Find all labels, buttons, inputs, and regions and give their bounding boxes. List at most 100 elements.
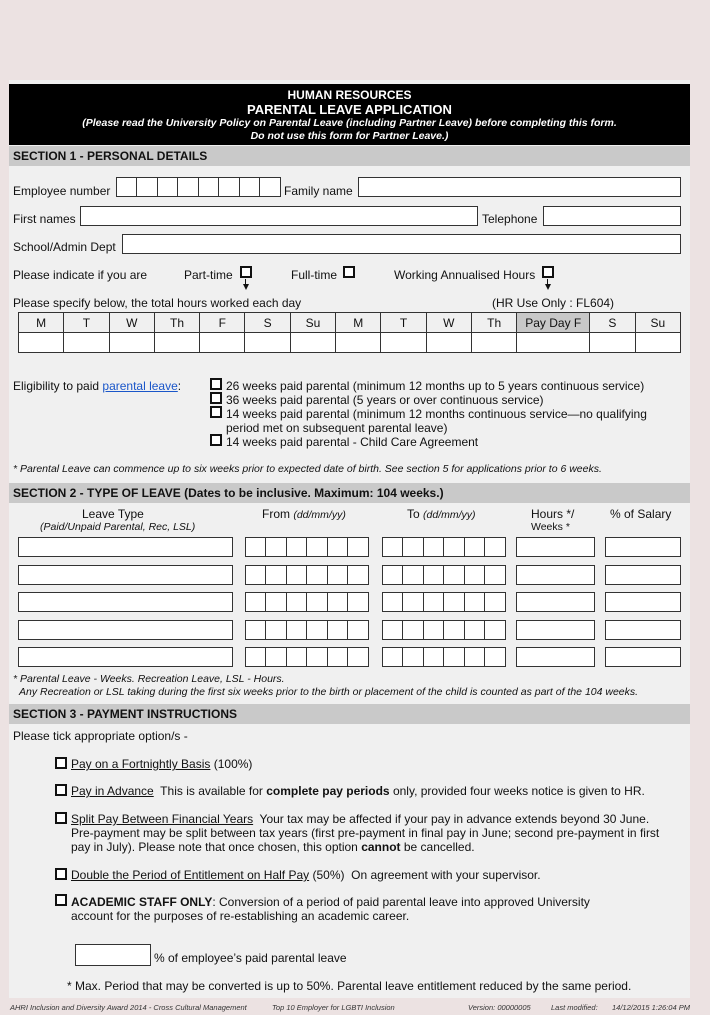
leave-type-input[interactable] — [18, 564, 233, 585]
employee-number-field[interactable] — [116, 177, 281, 197]
hours-cell[interactable] — [380, 332, 427, 353]
date-digit-cell[interactable] — [285, 537, 308, 557]
date-digit-cell[interactable] — [443, 619, 466, 640]
to-date-field[interactable] — [382, 619, 507, 640]
hours-cell[interactable] — [153, 332, 201, 353]
date-digit-cell[interactable] — [285, 647, 308, 667]
date-digit-cell[interactable] — [463, 592, 486, 612]
date-digit-cell[interactable] — [265, 564, 288, 585]
date-digit-cell[interactable] — [422, 564, 445, 585]
leave-type-input[interactable] — [18, 619, 233, 640]
hours-weeks-input[interactable] — [516, 537, 595, 557]
full-time-checkbox[interactable] — [343, 266, 355, 278]
date-digit-cell[interactable] — [245, 619, 267, 640]
split-pay-link[interactable]: Split Pay Between Financial Years — [71, 812, 253, 826]
date-digit-cell[interactable] — [382, 537, 404, 557]
digit-cell[interactable] — [238, 177, 261, 197]
eligibility-36-checkbox[interactable] — [210, 392, 222, 404]
date-digit-cell[interactable] — [382, 647, 404, 667]
date-digit-cell[interactable] — [326, 537, 349, 557]
eligibility-26-checkbox[interactable] — [210, 378, 222, 390]
date-digit-cell[interactable] — [265, 592, 288, 612]
date-digit-cell[interactable] — [443, 592, 466, 612]
digit-cell[interactable] — [177, 177, 200, 197]
digit-cell[interactable] — [156, 177, 179, 197]
date-digit-cell[interactable] — [402, 647, 425, 667]
salary-percent-input[interactable] — [605, 647, 681, 667]
date-digit-cell[interactable] — [484, 647, 507, 667]
annualised-checkbox[interactable] — [542, 266, 554, 278]
date-digit-cell[interactable] — [326, 592, 349, 612]
fortnightly-checkbox[interactable] — [55, 757, 67, 769]
hours-cell[interactable] — [425, 332, 472, 353]
to-date-field[interactable] — [382, 592, 507, 612]
date-digit-cell[interactable] — [245, 647, 267, 667]
first-names-input[interactable] — [80, 206, 478, 226]
date-digit-cell[interactable] — [484, 537, 507, 557]
date-digit-cell[interactable] — [422, 537, 445, 557]
hours-cell[interactable] — [289, 332, 337, 353]
date-digit-cell[interactable] — [402, 619, 425, 640]
to-date-field[interactable] — [382, 564, 507, 585]
parental-leave-link[interactable]: parental leave — [102, 379, 177, 393]
date-digit-cell[interactable] — [463, 537, 486, 557]
eligibility-childcare-checkbox[interactable] — [210, 434, 222, 446]
from-date-field[interactable] — [245, 592, 370, 612]
hours-weeks-input[interactable] — [516, 592, 595, 612]
date-digit-cell[interactable] — [422, 592, 445, 612]
hours-cell[interactable] — [470, 332, 518, 353]
salary-percent-input[interactable] — [605, 564, 681, 585]
date-digit-cell[interactable] — [463, 647, 486, 667]
half-pay-checkbox[interactable] — [55, 868, 67, 880]
telephone-input[interactable] — [543, 206, 681, 226]
date-digit-cell[interactable] — [306, 647, 329, 667]
date-digit-cell[interactable] — [306, 619, 329, 640]
fortnightly-link[interactable]: Pay on a Fortnightly Basis — [71, 757, 210, 771]
academic-checkbox[interactable] — [55, 894, 67, 906]
family-name-input[interactable] — [358, 177, 681, 197]
to-date-field[interactable] — [382, 647, 507, 667]
salary-percent-input[interactable] — [605, 592, 681, 612]
date-digit-cell[interactable] — [443, 647, 466, 667]
date-digit-cell[interactable] — [382, 592, 404, 612]
hours-cell[interactable] — [244, 332, 291, 353]
part-time-checkbox[interactable] — [240, 266, 252, 278]
date-digit-cell[interactable] — [285, 564, 308, 585]
date-digit-cell[interactable] — [306, 592, 329, 612]
hours-weeks-input[interactable] — [516, 564, 595, 585]
from-date-field[interactable] — [245, 619, 370, 640]
date-digit-cell[interactable] — [484, 564, 507, 585]
date-digit-cell[interactable] — [402, 592, 425, 612]
split-pay-checkbox[interactable] — [55, 812, 67, 824]
to-date-field[interactable] — [382, 537, 507, 557]
date-digit-cell[interactable] — [443, 564, 466, 585]
date-digit-cell[interactable] — [245, 537, 267, 557]
hours-weeks-input[interactable] — [516, 619, 595, 640]
digit-cell[interactable] — [116, 177, 138, 197]
date-digit-cell[interactable] — [463, 619, 486, 640]
hours-cell[interactable] — [634, 332, 682, 353]
date-digit-cell[interactable] — [347, 537, 370, 557]
advance-link[interactable]: Pay in Advance — [71, 784, 154, 798]
salary-percent-input[interactable] — [605, 619, 681, 640]
date-digit-cell[interactable] — [347, 592, 370, 612]
hours-cell[interactable] — [199, 332, 246, 353]
digit-cell[interactable] — [197, 177, 220, 197]
date-digit-cell[interactable] — [422, 619, 445, 640]
date-digit-cell[interactable] — [347, 619, 370, 640]
half-pay-link[interactable]: Double the Period of Entitlement on Half… — [71, 868, 309, 882]
date-digit-cell[interactable] — [306, 537, 329, 557]
date-digit-cell[interactable] — [326, 647, 349, 667]
digit-cell[interactable] — [218, 177, 241, 197]
date-digit-cell[interactable] — [484, 619, 507, 640]
hours-cell[interactable] — [17, 332, 65, 353]
date-digit-cell[interactable] — [443, 537, 466, 557]
advance-checkbox[interactable] — [55, 784, 67, 796]
hours-cell[interactable] — [516, 332, 591, 353]
date-digit-cell[interactable] — [402, 537, 425, 557]
leave-type-input[interactable] — [18, 592, 233, 612]
eligibility-14-checkbox[interactable] — [210, 406, 222, 418]
date-digit-cell[interactable] — [285, 592, 308, 612]
date-digit-cell[interactable] — [382, 564, 404, 585]
date-digit-cell[interactable] — [245, 592, 267, 612]
